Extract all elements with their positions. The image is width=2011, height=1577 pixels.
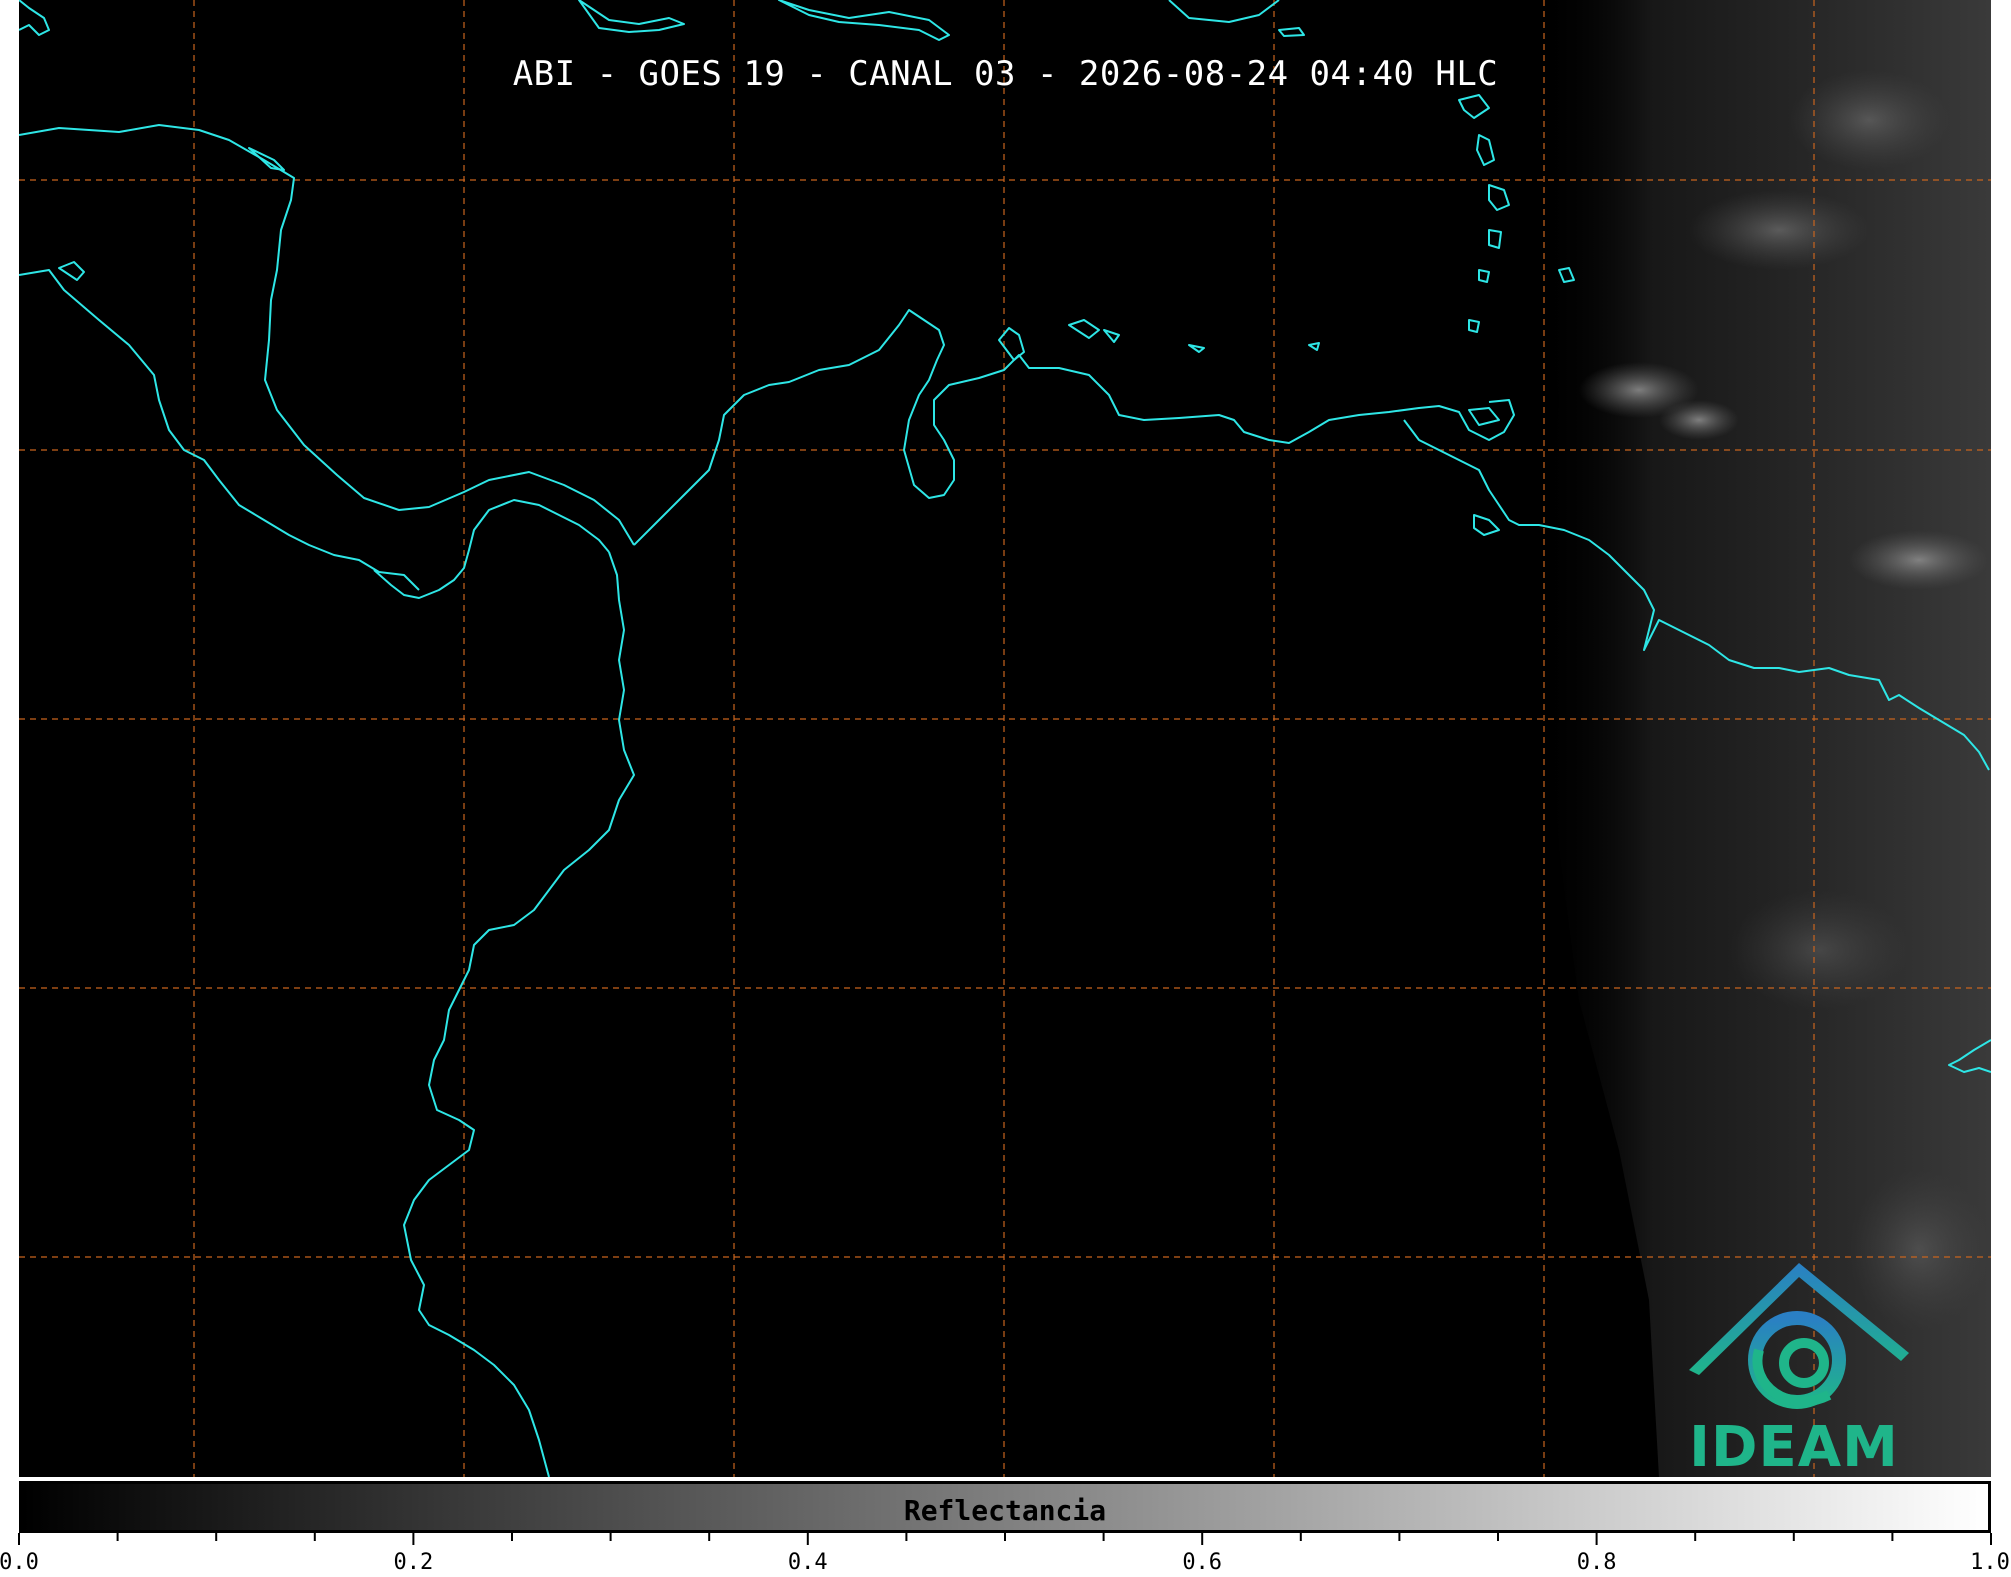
colorbar-tick-label: 1.0 <box>1970 1550 2010 1575</box>
colorbar-tick-label: 0.6 <box>1182 1550 1223 1575</box>
colorbar-tick-label: 0.2 <box>393 1550 434 1575</box>
colorbar-tick-label: 0.4 <box>787 1550 828 1575</box>
colorbar-ticks <box>18 1533 1992 1545</box>
colorbar-tick-label: 0.8 <box>1576 1550 1617 1575</box>
satellite-figure: IDEAM ABI - GOES 19 - CANAL 03 - 2026-08… <box>0 0 2011 1577</box>
colorbar-tick-label: 0.0 <box>0 1550 39 1575</box>
